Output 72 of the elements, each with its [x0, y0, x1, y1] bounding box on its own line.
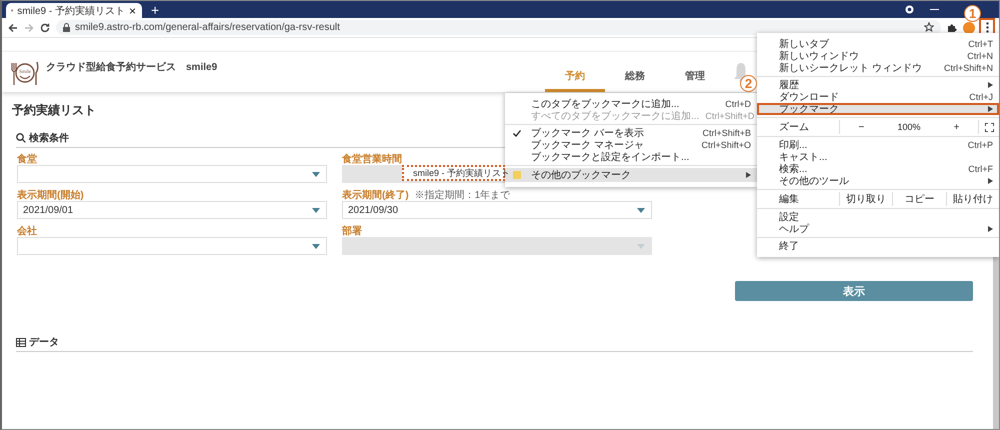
menu-item[interactable]: その他のツール [757, 175, 999, 187]
bookmark-star-icon [924, 22, 934, 32]
menu-item[interactable]: 新しいウィンドウ Ctrl+N [757, 50, 999, 62]
submenu-arrow-icon [988, 226, 993, 232]
field-label: 食堂営業時間 [342, 152, 402, 166]
check-icon [513, 130, 521, 136]
menu-item[interactable]: 終了 [757, 240, 999, 252]
menu-item[interactable]: ヘルプ [757, 223, 999, 235]
menu-item[interactable]: 新しいタブ Ctrl+T [757, 38, 999, 50]
select-field[interactable]: 2021/09/01 [17, 201, 327, 219]
dropdown-arrow-icon [312, 244, 320, 248]
menu-item[interactable]: 設定 [757, 211, 999, 223]
menu-item[interactable]: このタブをブックマークに追加... Ctrl+D [505, 98, 757, 110]
select-field[interactable]: 2021/09/30 [342, 201, 652, 219]
dropdown-arrow-icon [312, 208, 320, 212]
menu-item[interactable]: 印刷... Ctrl+P [757, 139, 999, 151]
menu-item[interactable]: 新しいシークレット ウィンドウ Ctrl+Shift+N [757, 62, 999, 74]
menu-item[interactable]: 履歴 [757, 79, 999, 91]
menu-item[interactable]: 検索... Ctrl+F [757, 163, 999, 175]
edit-button[interactable]: コピー [892, 192, 946, 206]
puzzle-icon [947, 22, 957, 32]
zoom-level: 100% [897, 122, 921, 132]
new-tab-button[interactable]: + [148, 3, 162, 18]
profile-avatar-icon [963, 22, 975, 34]
field-label: 表示期間(終了) [342, 188, 409, 202]
section-title: データ [29, 336, 59, 349]
edit-button[interactable]: 貼り付け [946, 192, 999, 206]
select-field[interactable] [17, 165, 327, 183]
minimize-icon [930, 8, 939, 10]
zoom-out-button[interactable]: − [854, 122, 868, 132]
field-label: 会社 [17, 224, 37, 238]
menu-label: 編集 [779, 193, 800, 206]
field-note: ※指定期間：1年まで [414, 188, 510, 202]
record-icon [905, 5, 914, 14]
field-label: 表示期間(開始) [17, 188, 84, 202]
menu-item[interactable]: ダウンロード Ctrl+J [757, 91, 999, 103]
field-label: 部署 [342, 224, 362, 238]
field-label: 食堂 [17, 152, 37, 166]
submenu-arrow-icon [988, 82, 993, 88]
reload-icon [40, 22, 50, 32]
section-title: 検索条件 [29, 132, 69, 145]
lock-icon [63, 23, 70, 32]
submenu-arrow-icon [988, 106, 993, 112]
dropdown-arrow-icon [312, 172, 320, 176]
menu-item[interactable]: ブックマーク バーを表示 Ctrl+Shift+B [505, 127, 757, 139]
submenu-arrow-icon [746, 172, 751, 178]
forward-icon [24, 22, 34, 32]
address-bar[interactable]: smile9.astro-rb.com/general-affairs/reservation/ga-rsv-result [56, 20, 941, 35]
page-title: 予約実績リスト [12, 102, 96, 119]
folder-icon [513, 171, 521, 179]
more-icon [986, 22, 988, 33]
nav-tab[interactable]: 管理 [665, 52, 725, 92]
app-title: クラウド型給食予約サービス smile9 [46, 60, 218, 75]
dropdown-arrow-icon [637, 244, 645, 248]
step-number: 2 [740, 75, 757, 92]
menu-item[interactable]: ブックマークと設定をインポート... [505, 151, 757, 163]
show-button[interactable]: 表示 [735, 281, 973, 301]
nav-tab[interactable]: 総務 [605, 52, 665, 92]
table-icon [16, 338, 26, 346]
search-icon [16, 133, 26, 143]
back-icon [8, 22, 18, 32]
submenu-arrow-icon [988, 178, 993, 184]
browser-tab[interactable]: smile9 - 予約実績リスト × [6, 3, 142, 18]
dropdown-arrow-icon [637, 208, 645, 212]
menu-label: ズーム [779, 121, 810, 134]
edit-button[interactable]: 切り取り [839, 192, 892, 206]
select-field[interactable] [17, 237, 327, 255]
menu-button[interactable] [981, 20, 993, 35]
menu-item[interactable]: ブックマーク マネージャ Ctrl+Shift+O [505, 139, 757, 151]
menu-item[interactable]: キャスト... [757, 151, 999, 163]
zoom-in-button[interactable]: + [950, 122, 964, 132]
fullscreen-icon [984, 122, 994, 132]
